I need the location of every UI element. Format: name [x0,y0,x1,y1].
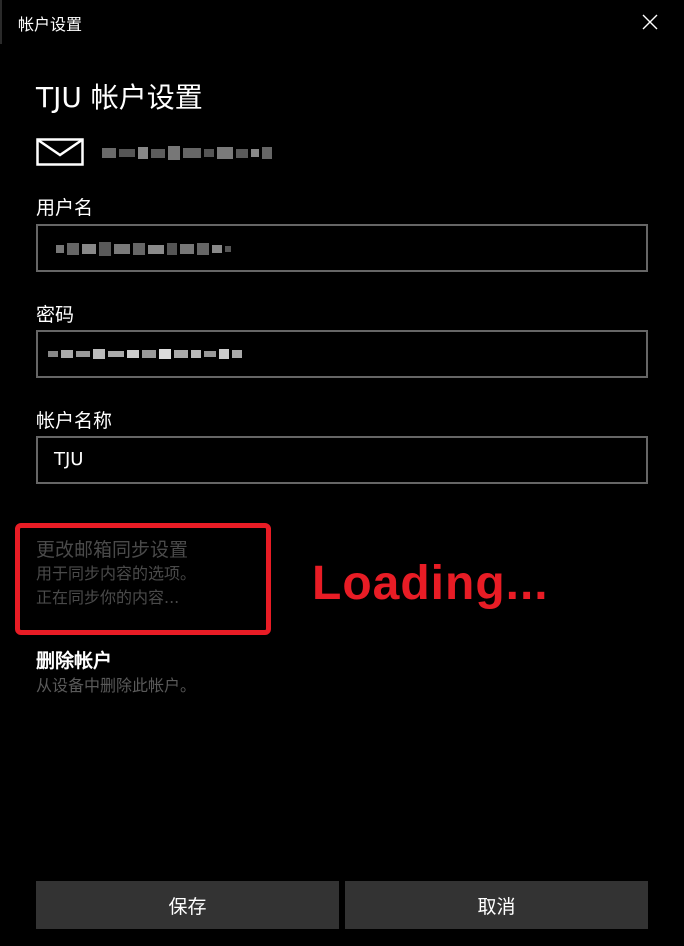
email-address-redacted [102,144,272,162]
delete-account-link[interactable]: 删除帐户 从设备中删除此帐户。 [36,648,196,698]
delete-account-title: 删除帐户 [36,650,113,672]
close-icon [642,14,658,30]
page-title: TJU 帐户设置 [36,81,203,114]
account-settings-window: 帐户设置 TJU 帐户设置 用户名 密码 帐户名称 TJU 更改邮箱同步设置 用… [0,0,684,946]
username-label: 用户名 [36,197,94,219]
account-name-label: 帐户名称 [36,410,113,432]
loading-annotation: Loading... [312,557,549,610]
account-name-input[interactable]: TJU [36,436,648,484]
password-label: 密码 [36,304,75,326]
password-input[interactable] [36,330,648,378]
save-button[interactable]: 保存 [36,881,339,929]
annotation-highlight-box [15,523,271,635]
username-input[interactable] [36,224,648,272]
close-button[interactable] [630,6,670,38]
window-title: 帐户设置 [18,15,83,34]
account-name-value: TJU [54,449,84,470]
delete-account-description: 从设备中删除此帐户。 [36,676,197,695]
cancel-button[interactable]: 取消 [345,881,648,929]
password-redacted [48,344,242,364]
titlebar-edge [0,0,2,44]
username-redacted [56,238,231,260]
mail-icon [36,138,84,166]
